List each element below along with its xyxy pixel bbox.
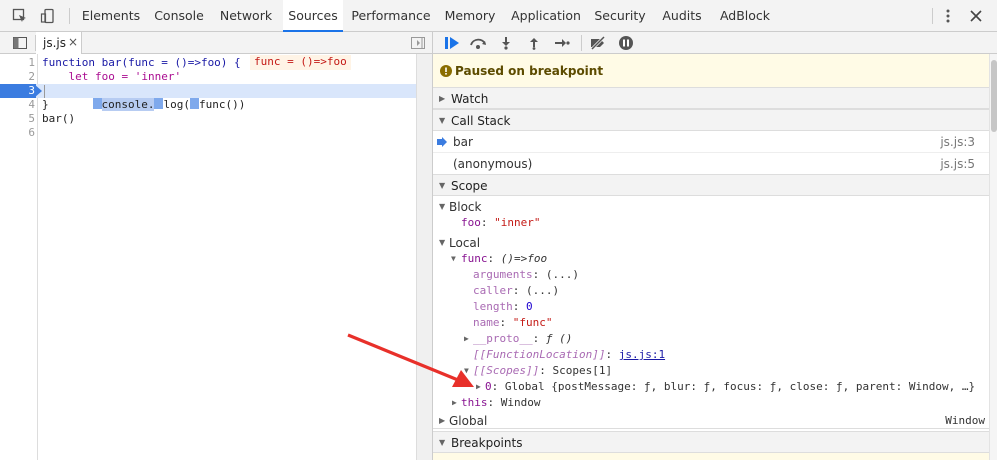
annotation-arrow	[347, 333, 474, 387]
